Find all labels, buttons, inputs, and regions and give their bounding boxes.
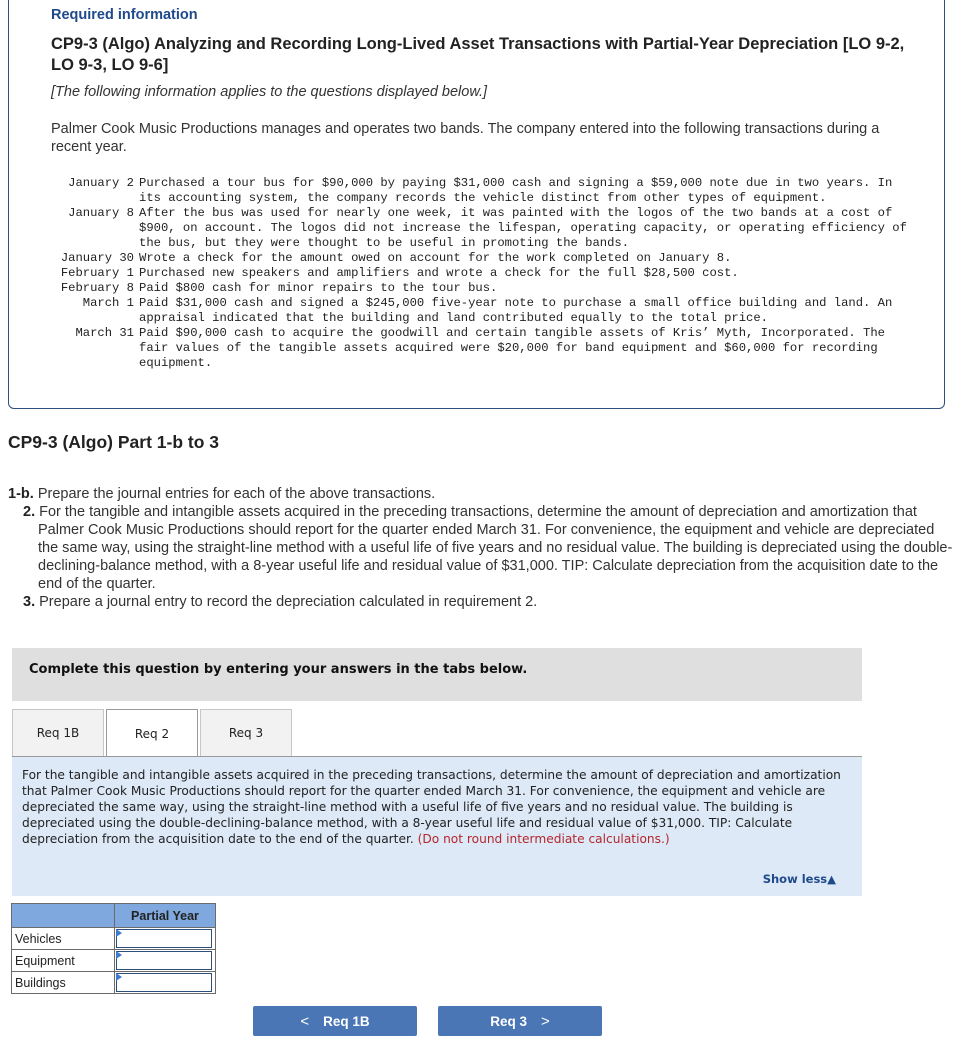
show-less-link[interactable]: Show less▲ [763,872,836,886]
input-cell [114,927,216,950]
transaction-description: Purchased a tour bus for $90,000 by payi… [139,176,893,205]
input-cell [114,971,216,994]
transaction-description: Wrote a check for the amount owed on acc… [139,251,732,265]
problem-title: CP9-3 (Algo) Analyzing and Recording Lon… [51,35,905,74]
transaction-description: Paid $90,000 cash to acquire the goodwil… [139,326,885,370]
transaction-row: January 2 Purchased a tour bus for $90,0… [50,176,909,206]
transaction-description: Paid $31,000 cash and signed a $245,000 … [139,296,893,325]
requirement-tabs: Req 1B Req 2 Req 3 [12,709,294,758]
question-prompt-panel: For the tangible and intangible assets a… [12,757,862,896]
transaction-row: March 31 Paid $90,000 cash to acquire th… [50,326,909,371]
required-information-label: Required information [51,7,198,23]
table-row: Buildings [11,971,216,994]
intro-paragraph: Palmer Cook Music Productions manages an… [51,121,880,155]
transaction-row: February 8 Paid $800 cash for minor repa… [50,281,909,296]
row-label-vehicles: Vehicles [11,927,115,950]
row-label-equipment: Equipment [11,949,115,972]
input-cell [114,949,216,972]
part-title: CP9-3 (Algo) Part 1-b to 3 [8,432,219,452]
requirement-item: 3. Prepare a journal entry to record the… [8,593,958,611]
show-less-label: Show less [762,872,828,886]
transaction-date: February 1 [60,266,134,280]
transaction-list: January 2 Purchased a tour bus for $90,0… [50,176,909,371]
requirement-number: 2. [23,504,36,520]
row-label-buildings: Buildings [11,971,115,994]
prev-req-button[interactable]: < Req 1B [253,1006,417,1036]
requirements-list: 1-b. Prepare the journal entries for eac… [8,485,958,611]
input-flag-icon [116,951,122,959]
transaction-date: March 31 [75,326,134,340]
chevron-right-icon: > [541,1012,550,1030]
buildings-depreciation-input[interactable] [116,973,212,992]
transaction-description: After the bus was used for nearly one we… [139,206,907,250]
requirement-number: 1-b. [8,486,34,502]
instruction-bar: Complete this question by entering your … [12,648,862,701]
requirement-text: Prepare a journal entry to record the de… [39,594,538,610]
table-row: Vehicles [11,927,216,950]
input-flag-icon [116,929,122,937]
tab-req-2[interactable]: Req 2 [106,709,198,758]
transaction-description: Purchased new speakers and amplifiers an… [139,266,739,280]
next-req-button[interactable]: Req 3 > [438,1006,602,1036]
requirement-number: 3. [23,594,36,610]
table-header-partial-year: Partial Year [114,903,216,928]
chevron-left-icon: < [300,1012,310,1030]
transaction-date: February 8 [60,281,134,295]
tab-req-1b[interactable]: Req 1B [12,709,104,756]
vehicles-depreciation-input[interactable] [116,929,212,948]
depreciation-table: Partial Year Vehicles Equipment Building… [11,903,216,994]
rounding-note: (Do not round intermediate calculations.… [417,832,670,846]
transaction-description: Paid $800 cash for minor repairs to the … [139,281,498,295]
transaction-date: March 1 [82,296,134,310]
transaction-row: January 30 Wrote a check for the amount … [50,251,909,266]
transaction-date: January 8 [68,206,134,220]
prompt-text: For the tangible and intangible assets a… [22,767,852,847]
transaction-row: March 1 Paid $31,000 cash and signed a $… [50,296,909,326]
requirement-item: 2. For the tangible and intangible asset… [8,503,958,593]
table-header-row: Partial Year [11,903,216,928]
tab-req-3[interactable]: Req 3 [200,709,292,756]
requirement-text: Prepare the journal entries for each of … [37,486,436,502]
next-req-label: Req 3 [490,1013,527,1029]
transaction-date: January 2 [68,176,134,190]
requirement-item: 1-b. Prepare the journal entries for eac… [8,485,958,503]
input-flag-icon [116,973,122,981]
transaction-row: February 1 Purchased new speakers and am… [50,266,909,281]
equipment-depreciation-input[interactable] [116,951,212,970]
transaction-date: January 30 [60,251,134,265]
applies-note: [The following information applies to th… [51,84,488,100]
prev-req-label: Req 1B [323,1013,370,1029]
table-header-blank [11,903,115,928]
requirement-text: For the tangible and intangible assets a… [38,504,953,592]
triangle-up-icon: ▲ [827,872,836,886]
transaction-row: January 8 After the bus was used for nea… [50,206,909,251]
table-row: Equipment [11,949,216,972]
